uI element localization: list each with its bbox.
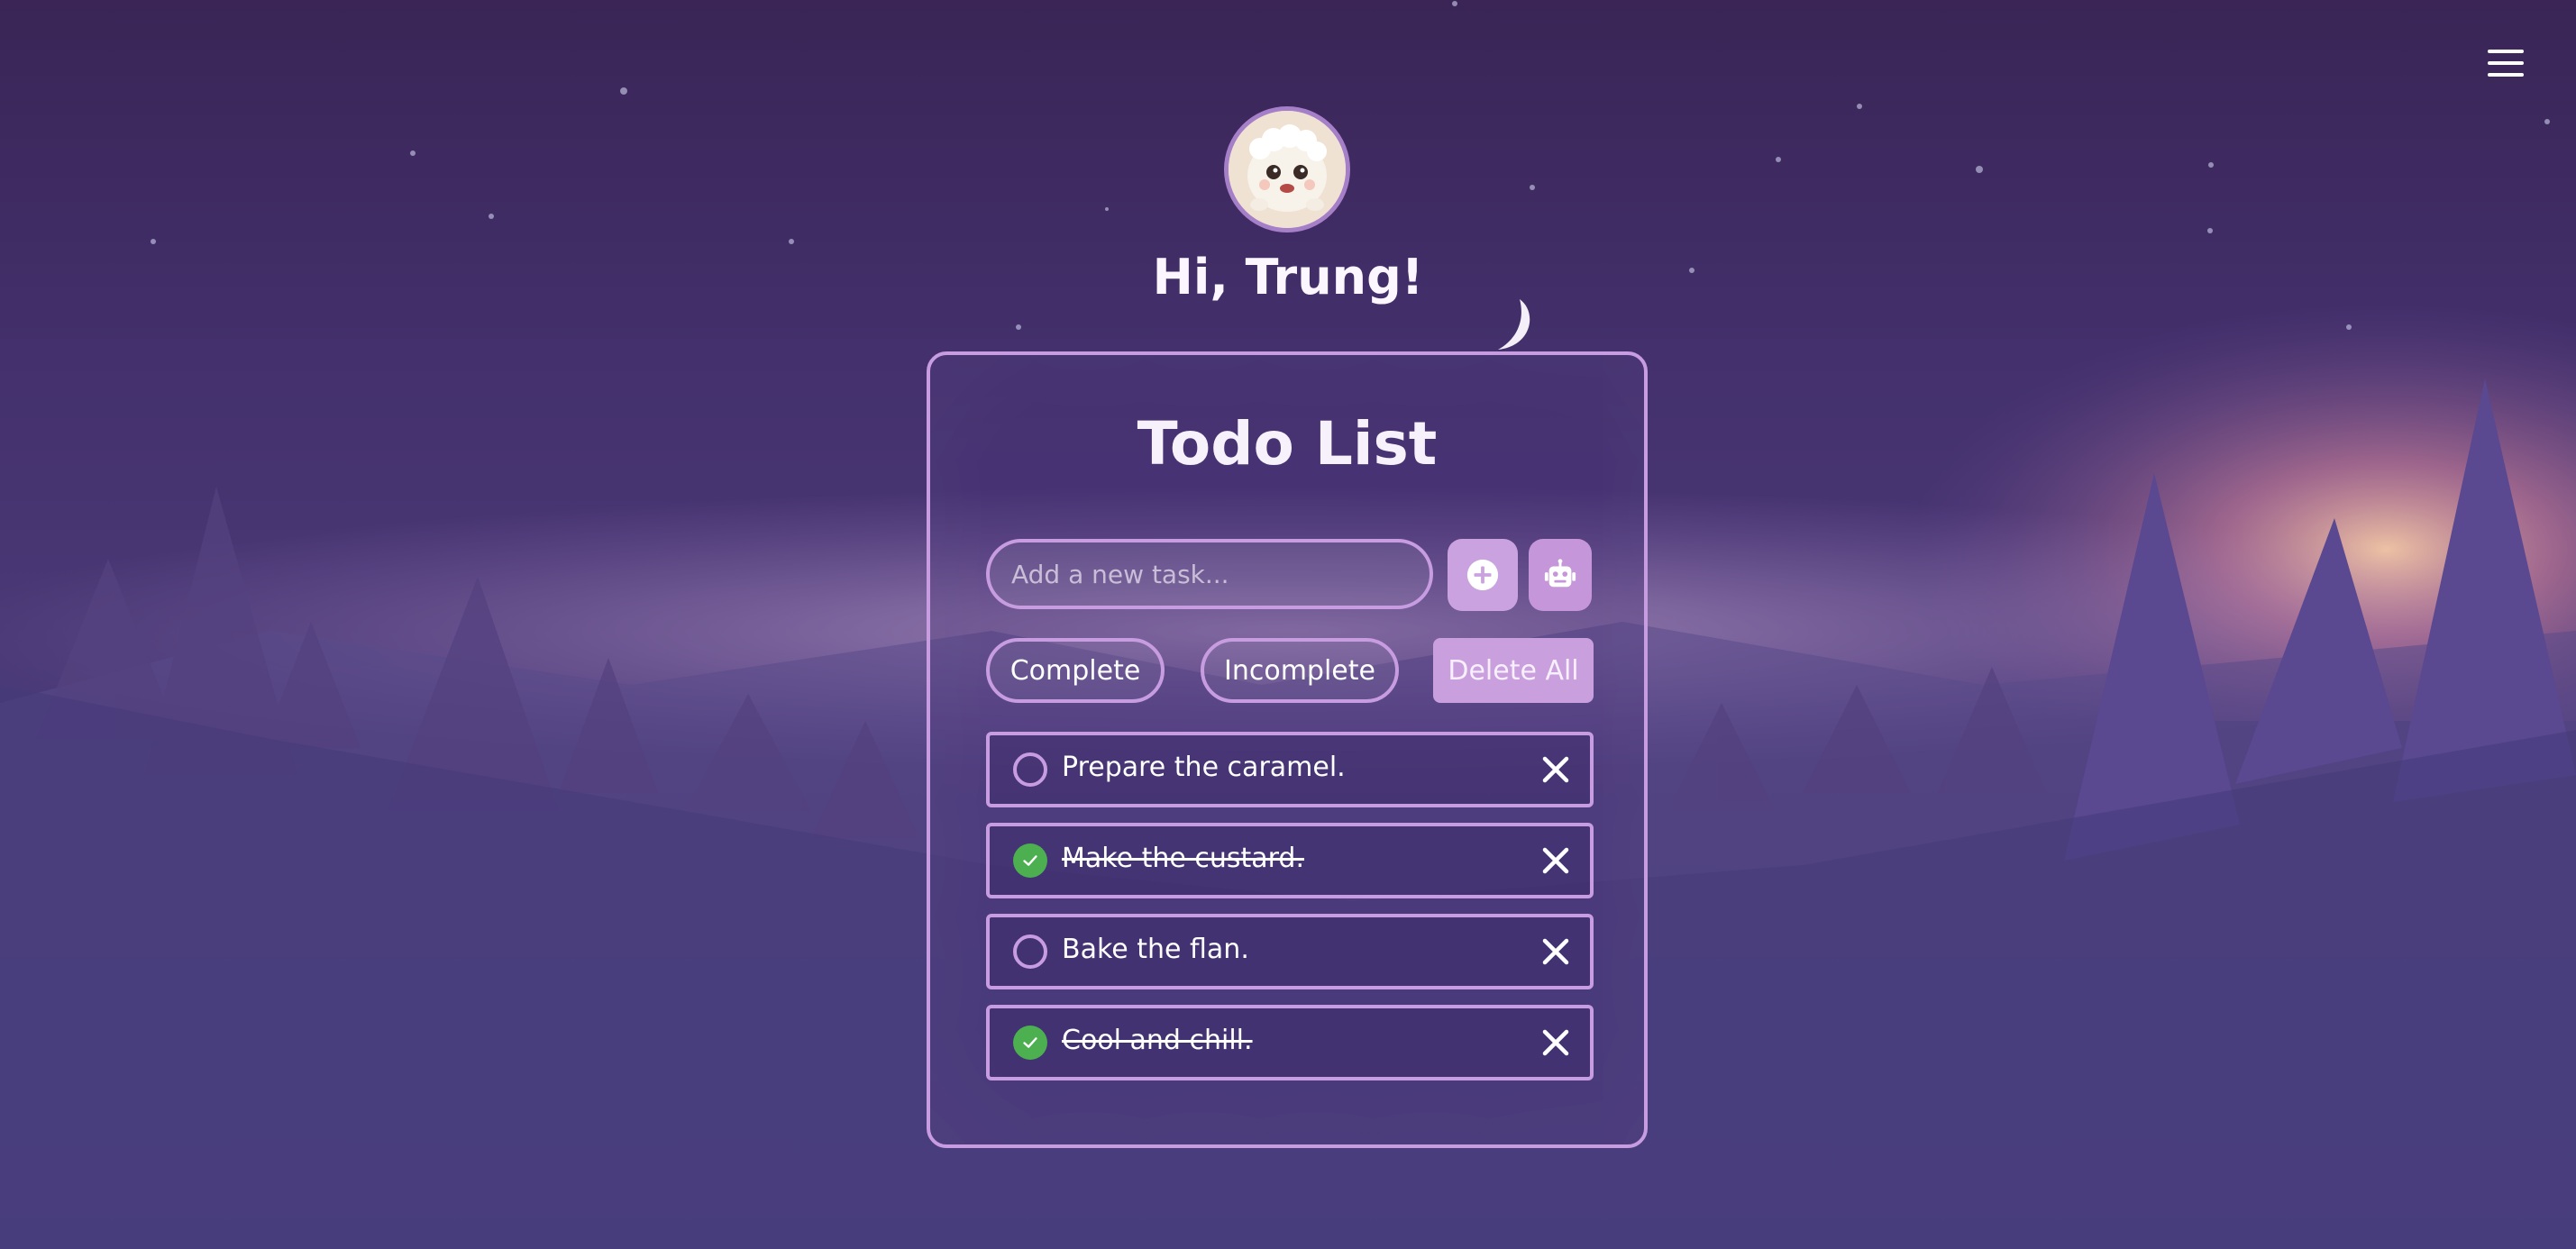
ai-suggest-button[interactable] — [1529, 539, 1592, 611]
filter-incomplete-button[interactable]: Incomplete — [1201, 638, 1399, 703]
check-icon — [1023, 1037, 1037, 1048]
task-checkbox[interactable] — [1013, 752, 1047, 787]
task-checkbox[interactable] — [1013, 843, 1047, 878]
task-checkbox[interactable] — [1013, 934, 1047, 969]
task-text: Bake the flan. — [1062, 934, 1249, 965]
hamburger-icon-line — [2488, 61, 2524, 65]
moon-icon — [1498, 299, 1530, 350]
delete-task-icon[interactable] — [1541, 1028, 1570, 1057]
task-text: Prepare the caramel. — [1062, 752, 1346, 783]
todo-panel: Todo List Complete Incomplete Delete All — [927, 351, 1648, 1148]
task-checkbox[interactable] — [1013, 1026, 1047, 1060]
filter-complete-button[interactable]: Complete — [986, 638, 1165, 703]
robot-icon — [1544, 559, 1576, 588]
hamburger-icon-line — [2488, 50, 2524, 53]
task-item: Cool and chill. — [986, 1005, 1594, 1080]
menu-button[interactable] — [2486, 47, 2526, 79]
check-icon — [1023, 855, 1037, 866]
plus-circle-icon — [1466, 559, 1499, 591]
new-task-input[interactable] — [986, 539, 1433, 609]
delete-task-icon[interactable] — [1541, 755, 1570, 784]
task-text: Cool and chill. — [1062, 1025, 1253, 1056]
delete-task-icon[interactable] — [1541, 937, 1570, 966]
greeting-heading: Hi, Trung! — [1152, 249, 1424, 305]
delete-all-button[interactable]: Delete All — [1433, 638, 1594, 703]
avatar-image — [1229, 111, 1346, 228]
delete-task-icon[interactable] — [1541, 846, 1570, 875]
task-item: Bake the flan. — [986, 914, 1594, 989]
add-task-button[interactable] — [1448, 539, 1518, 611]
avatar[interactable] — [1224, 106, 1350, 232]
task-list: Prepare the caramel. Make the custard. B… — [986, 732, 1594, 1096]
task-text: Make the custard. — [1062, 843, 1305, 874]
hamburger-icon-line — [2488, 73, 2524, 77]
task-item: Prepare the caramel. — [986, 732, 1594, 807]
todo-title: Todo List — [1137, 409, 1438, 479]
task-item: Make the custard. — [986, 823, 1594, 898]
